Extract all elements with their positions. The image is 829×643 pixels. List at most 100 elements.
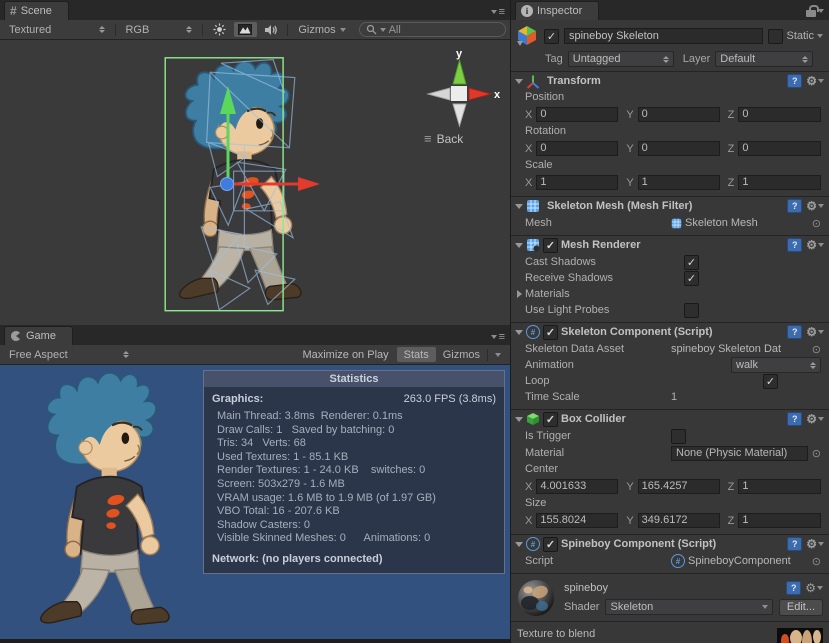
shader-edit-button[interactable]: Edit... [779,599,823,616]
component-enabled-checkbox[interactable]: ✓ [543,238,558,253]
static-toggle[interactable]: Static [768,29,823,44]
receive-shadows-checkbox[interactable]: ✓ [684,271,699,286]
foldout-icon[interactable] [515,204,523,209]
tab-game[interactable]: Game [4,326,73,345]
foldout-icon[interactable] [515,243,523,248]
foldout-icon[interactable] [515,542,523,547]
network-status: Network: (no players connected) [212,553,496,565]
cast-shadows-label: Cast Shadows [525,256,671,268]
foldout-right-icon [517,290,522,298]
data-asset-value: spineboy Skeleton Dat [671,343,781,355]
component-enabled-checkbox[interactable]: ✓ [543,537,558,552]
light-probes-checkbox[interactable]: ✓ [684,303,699,318]
rotation-z-field[interactable]: 0 [738,141,821,156]
move-gizmo-center [221,178,234,191]
rotation-y-field[interactable]: 0 [638,141,720,156]
data-asset-field[interactable]: spineboy Skeleton Dat ⊙ [671,343,821,356]
help-icon[interactable]: ? [787,238,802,252]
render-mode-dropdown[interactable]: RGB [120,21,197,38]
scale-x-field[interactable]: 1 [536,175,618,190]
size-row: X155.8024 Y349.6172 Z1 [511,511,829,530]
material-sphere-preview [517,579,555,617]
loop-checkbox[interactable]: ✓ [763,374,778,389]
gear-icon[interactable]: ⚙ [806,199,824,213]
stats-line: Draw Calls: 1 Saved by batching: 0 [212,424,496,438]
gear-icon[interactable]: ⚙ [806,238,824,252]
shader-dropdown[interactable]: Skeleton [605,599,772,615]
size-z-field[interactable]: 1 [738,513,821,528]
help-icon[interactable]: ? [787,325,802,339]
stats-toggle[interactable]: Stats [397,347,436,362]
mesh-object-field[interactable]: Skeleton Mesh ⊙ [671,217,821,230]
foldout-icon[interactable] [515,330,523,335]
aspect-dropdown[interactable]: Free Aspect [4,346,134,363]
foldout-icon[interactable] [515,79,523,84]
scene-audio-toggle[interactable] [259,22,282,37]
scene-pane-menu[interactable]: ≡ [491,7,510,20]
component-title: Box Collider [561,413,626,425]
position-x-field[interactable]: 0 [536,107,618,122]
size-y-field[interactable]: 349.6172 [638,513,720,528]
component-enabled-checkbox[interactable]: ✓ [543,325,558,340]
scene-viewport[interactable]: y x ≡ Back [0,40,510,325]
foldout-icon[interactable] [515,417,523,422]
maximize-on-play-toggle[interactable]: Maximize on Play [296,347,394,362]
animation-dropdown[interactable]: walk [731,357,821,373]
center-y-field[interactable]: 165.4257 [638,479,720,494]
gear-icon[interactable]: ⚙ [806,74,824,88]
size-x-field[interactable]: 155.8024 [536,513,618,528]
orientation-gizmo[interactable]: y x [414,46,506,130]
physic-material-field[interactable]: None (Physic Material) [671,446,808,461]
gameobject-name-field[interactable]: spineboy Skeleton [564,28,763,44]
position-z-field[interactable]: 0 [738,107,821,122]
texture-atlas-thumbnail[interactable] [777,628,823,643]
rotation-x-field[interactable]: 0 [536,141,618,156]
tab-inspector[interactable]: i Inspector [515,1,599,20]
help-icon[interactable]: ? [787,537,802,551]
gear-icon[interactable]: ⚙ [806,325,824,339]
help-icon[interactable]: ? [787,199,802,213]
draw-mode-dropdown[interactable]: Textured [4,21,110,38]
component-box-collider: ✓ Box Collider ? ⚙ Is Trigger ✓ Material… [511,409,829,534]
scale-z-field[interactable]: 1 [738,175,821,190]
layer-dropdown[interactable]: Default [715,51,813,67]
object-picker-icon[interactable]: ⊙ [812,555,821,568]
script-field[interactable]: # SpineboyComponent ⊙ [671,554,821,568]
tab-scene[interactable]: # Scene [4,1,69,20]
scene-search-input[interactable]: All [359,22,506,37]
scene-effects-toggle[interactable] [234,22,257,37]
static-checkbox[interactable] [768,29,783,44]
gear-icon[interactable]: ⚙ [806,412,824,426]
game-gizmos-dropdown[interactable]: Gizmos [438,349,506,361]
is-trigger-checkbox[interactable]: ✓ [671,429,686,444]
cast-shadows-checkbox[interactable]: ✓ [684,255,699,270]
light-probes-row: Use Light Probes ✓ [511,302,829,318]
center-x-field[interactable]: 4.001633 [536,479,618,494]
time-scale-value[interactable]: 1 [671,391,677,403]
gameobject-enabled-checkbox[interactable]: ✓ [544,29,559,44]
object-picker-icon[interactable]: ⊙ [812,217,821,230]
object-picker-icon[interactable]: ⊙ [812,447,821,460]
gear-icon[interactable]: ⚙ [805,581,823,595]
gear-icon[interactable]: ⚙ [806,537,824,551]
game-pane-menu[interactable]: ≡ [491,332,510,345]
component-enabled-checkbox[interactable]: ✓ [543,412,558,427]
game-viewport[interactable]: Statistics Graphics: 263.0 FPS (3.8ms) M… [0,365,510,643]
help-icon[interactable]: ? [787,74,802,88]
object-picker-icon[interactable]: ⊙ [812,343,821,356]
stats-line: Tris: 34 Verts: 68 [212,437,496,451]
scale-y-field[interactable]: 1 [638,175,720,190]
position-y-field[interactable]: 0 [638,107,720,122]
inspector-lock-area[interactable] [806,5,829,20]
help-icon[interactable]: ? [787,412,802,426]
scene-gizmos-dropdown[interactable]: Gizmos [293,24,350,36]
component-mesh-filter: Skeleton Mesh (Mesh Filter) ? ⚙ Mesh Ske… [511,196,829,235]
scene-lighting-toggle[interactable] [208,22,231,37]
materials-foldout[interactable]: Materials [511,286,829,302]
help-icon[interactable]: ? [786,581,801,595]
back-axis-cone [428,88,450,100]
tag-dropdown[interactable]: Untagged [568,51,674,67]
texture-to-blend-row: Texture to blend [511,621,829,643]
view-orientation-button[interactable]: ≡ Back [424,132,463,146]
center-z-field[interactable]: 1 [738,479,821,494]
